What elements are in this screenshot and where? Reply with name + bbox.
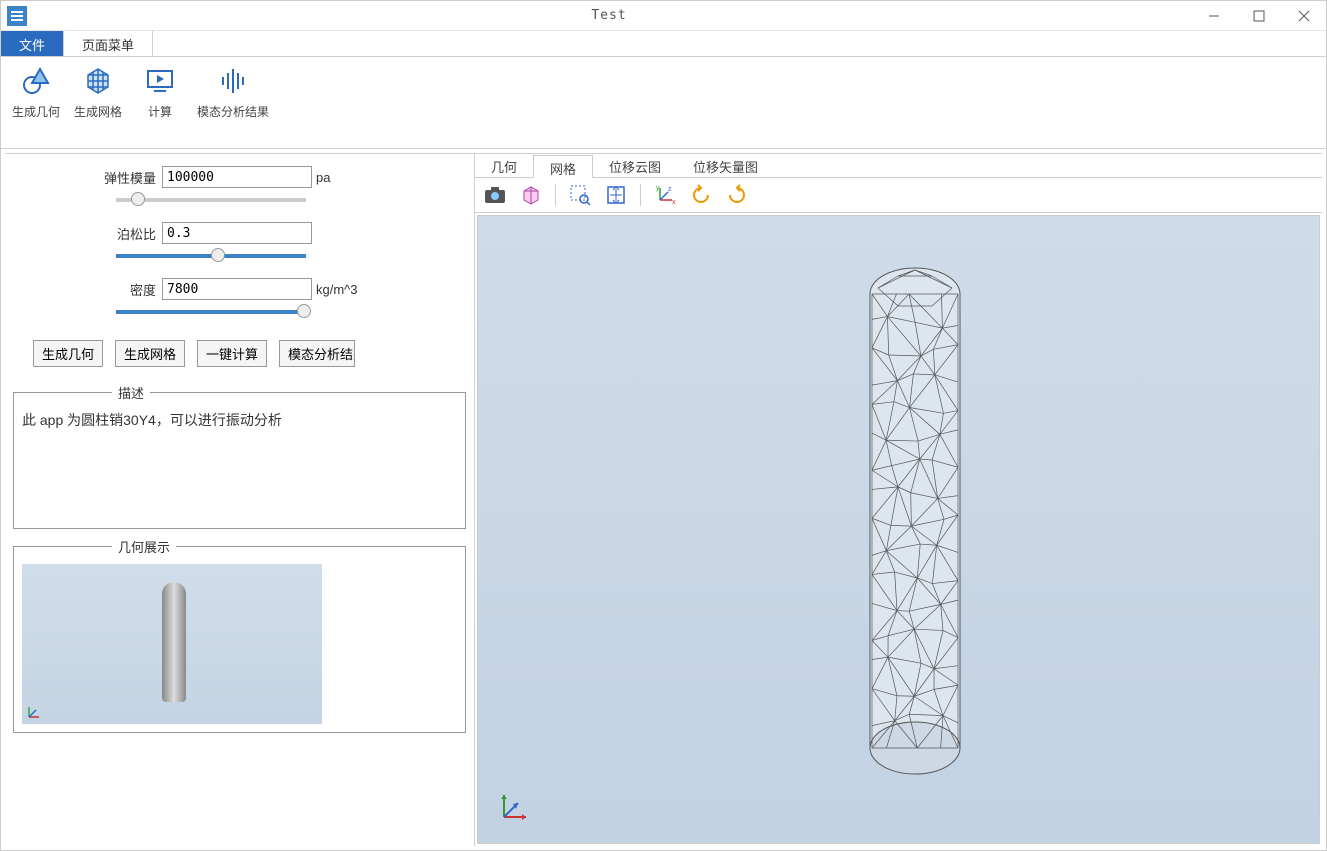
density-unit: kg/m^3	[316, 282, 358, 297]
generate-mesh-button[interactable]: 生成网格	[115, 340, 185, 367]
modal-results-button[interactable]: 模态分析结果	[279, 340, 355, 367]
minimize-button[interactable]	[1191, 1, 1236, 31]
titlebar: Test	[1, 1, 1326, 31]
slider-thumb[interactable]	[211, 248, 225, 262]
menu-tab-page[interactable]: 页面菜单	[64, 31, 153, 56]
ribbon-label: 模态分析结果	[197, 103, 269, 120]
view-tab-mesh[interactable]: 网格	[533, 155, 593, 178]
poisson-input[interactable]	[162, 222, 312, 244]
description-fieldset: 描述 此 app 为圆柱销30Y4，可以进行振动分析	[13, 383, 466, 529]
rotate-left-icon[interactable]	[687, 182, 715, 208]
elastic-modulus-label: 弹性模量	[96, 168, 156, 187]
elastic-modulus-input[interactable]	[162, 166, 312, 188]
window-title: Test	[27, 8, 1191, 23]
poisson-slider[interactable]	[116, 254, 306, 258]
generate-geometry-icon	[20, 65, 52, 97]
menubar: 文件 页面菜单	[1, 31, 1326, 57]
ribbon-generate-mesh[interactable]: 生成网格	[73, 65, 123, 144]
poisson-label: 泊松比	[96, 224, 156, 243]
left-panel: 弹性模量 pa 泊松比 密度 kg/m^3	[5, 153, 475, 846]
generate-mesh-icon	[82, 65, 114, 97]
cylinder-mesh	[868, 266, 963, 776]
ribbon-generate-geometry[interactable]: 生成几何	[11, 65, 61, 144]
zoom-extents-icon[interactable]	[602, 182, 630, 208]
density-label: 密度	[96, 280, 156, 299]
rotate-right-icon[interactable]	[723, 182, 751, 208]
cylinder-geometry	[162, 582, 186, 702]
geometry-preview-viewport[interactable]	[22, 564, 322, 724]
view-tabs: 几何 网格 位移云图 位移矢量图	[475, 154, 1322, 178]
density-slider[interactable]	[116, 310, 306, 314]
view-tab-geometry[interactable]: 几何	[475, 154, 533, 177]
ribbon: 生成几何 生成网格 计算 模态分析结果	[1, 57, 1326, 149]
ribbon-modal-results[interactable]: 模态分析结果	[197, 65, 269, 144]
menu-tab-file[interactable]: 文件	[1, 31, 64, 56]
toolbar-separator	[640, 184, 641, 206]
ribbon-label: 生成几何	[12, 103, 60, 120]
geometry-preview-legend: 几何展示	[112, 537, 176, 556]
view-toolbar: x y z	[475, 178, 1322, 213]
ribbon-label: 生成网格	[74, 103, 122, 120]
right-panel: 几何 网格 位移云图 位移矢量图 x y z	[475, 153, 1322, 846]
compute-icon	[144, 65, 176, 97]
axis-triad-icon	[26, 704, 42, 720]
close-button[interactable]	[1281, 1, 1326, 31]
svg-text:x: x	[672, 199, 676, 206]
view-tab-displacement-vector[interactable]: 位移矢量图	[677, 154, 774, 177]
elastic-modulus-slider[interactable]	[116, 198, 306, 202]
ribbon-label: 计算	[148, 103, 172, 120]
slider-thumb[interactable]	[297, 304, 311, 318]
geometry-preview-fieldset: 几何展示	[13, 537, 466, 733]
toolbar-separator	[555, 184, 556, 206]
view-cube-icon[interactable]	[517, 182, 545, 208]
density-input[interactable]	[162, 278, 312, 300]
screenshot-icon[interactable]	[481, 182, 509, 208]
description-legend: 描述	[112, 383, 150, 402]
maximize-button[interactable]	[1236, 1, 1281, 31]
axis-triad-icon	[496, 789, 532, 825]
elastic-modulus-unit: pa	[316, 170, 330, 185]
zoom-box-icon[interactable]	[566, 182, 594, 208]
generate-geometry-button[interactable]: 生成几何	[33, 340, 103, 367]
mesh-viewport[interactable]	[477, 215, 1320, 844]
view-tab-displacement-contour[interactable]: 位移云图	[593, 154, 677, 177]
description-text: 此 app 为圆柱销30Y4，可以进行振动分析	[22, 410, 457, 520]
app-icon	[7, 6, 27, 26]
svg-text:z: z	[668, 186, 672, 193]
svg-text:y: y	[656, 185, 660, 192]
modal-results-icon	[217, 65, 249, 97]
slider-thumb[interactable]	[131, 192, 145, 206]
axis-triad-icon[interactable]: x y z	[651, 182, 679, 208]
one-click-compute-button[interactable]: 一键计算	[197, 340, 267, 367]
ribbon-compute[interactable]: 计算	[135, 65, 185, 144]
